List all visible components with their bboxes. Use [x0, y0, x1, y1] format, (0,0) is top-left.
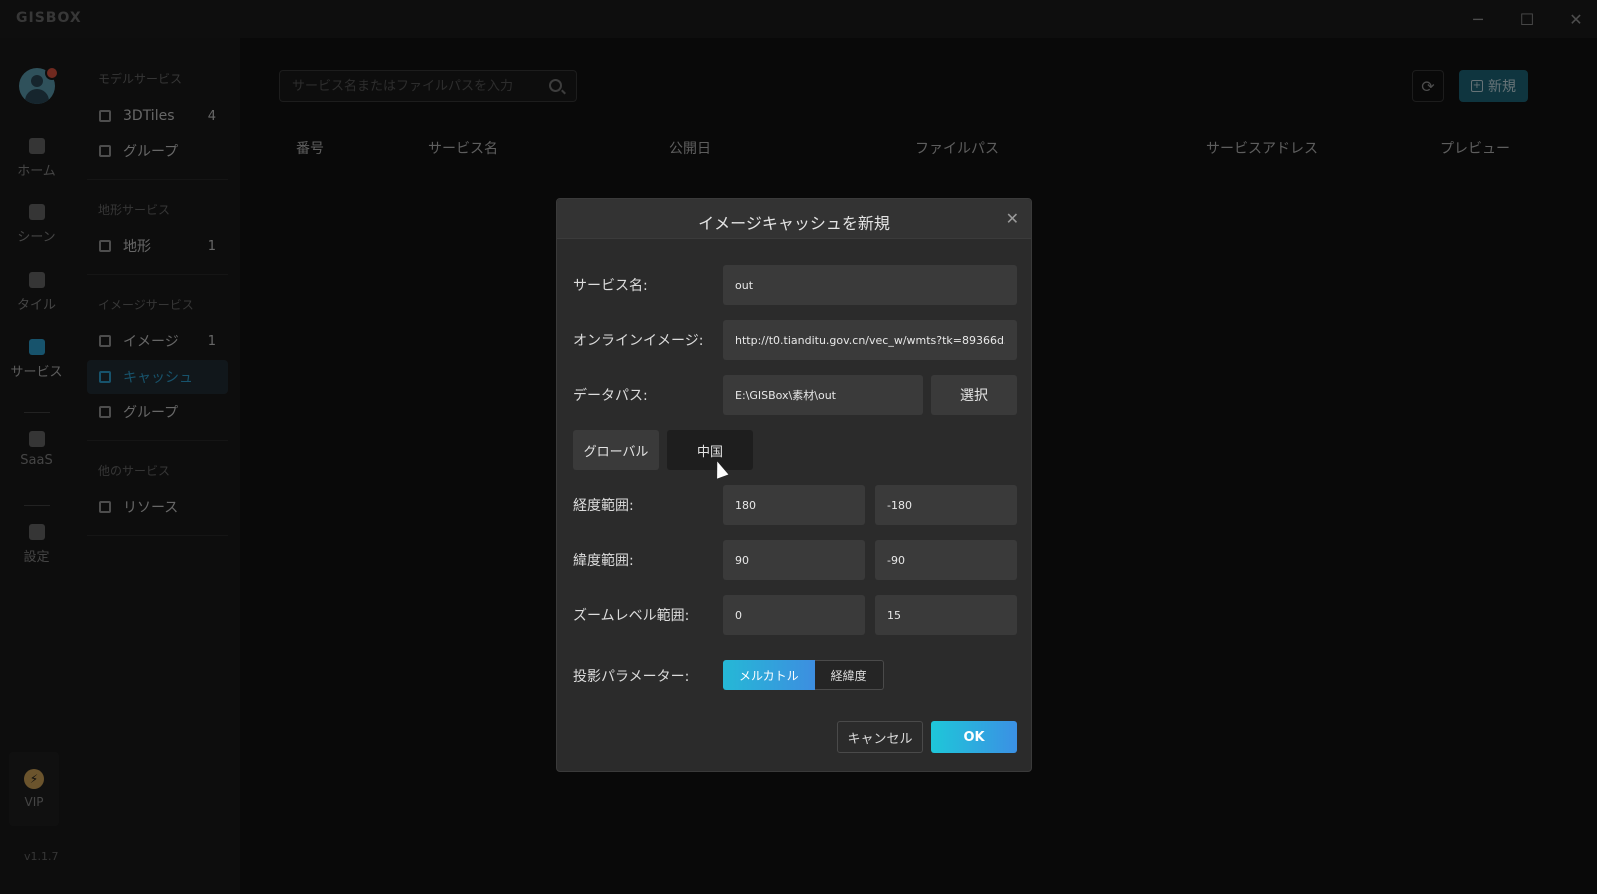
online-image-input[interactable]: [723, 320, 1017, 360]
select-path-button[interactable]: 選択: [931, 375, 1017, 415]
data-path-label: データパス:: [573, 388, 648, 404]
zoom-range-label: ズームレベル範囲:: [573, 608, 690, 624]
online-image-label: オンラインイメージ:: [573, 333, 704, 349]
longitude-range-label: 経度範囲:: [573, 498, 634, 514]
close-icon[interactable]: ✕: [1006, 209, 1019, 228]
data-path-input[interactable]: [723, 375, 923, 415]
zoom-max-input[interactable]: [875, 595, 1017, 635]
service-name-input[interactable]: [723, 265, 1017, 305]
latitude-range-label: 緯度範囲:: [573, 553, 634, 569]
projection-mercator-option[interactable]: メルカトル: [723, 660, 815, 690]
projection-toggle: メルカトル 経緯度: [723, 660, 884, 690]
global-button[interactable]: グローバル: [573, 430, 659, 470]
longitude-max-input[interactable]: [875, 485, 1017, 525]
service-name-label: サービス名:: [573, 278, 648, 294]
zoom-min-input[interactable]: [723, 595, 865, 635]
latitude-min-input[interactable]: [723, 540, 865, 580]
ok-button[interactable]: OK: [931, 721, 1017, 753]
cancel-button[interactable]: キャンセル: [837, 721, 923, 753]
latitude-max-input[interactable]: [875, 540, 1017, 580]
dialog-header: イメージキャッシュを新規 ✕: [557, 199, 1031, 239]
projection-label: 投影パラメーター:: [573, 669, 690, 685]
new-image-cache-dialog: イメージキャッシュを新規 ✕ サービス名: オンラインイメージ: データパス: …: [556, 198, 1032, 772]
china-button[interactable]: 中国: [667, 430, 753, 470]
dialog-title: イメージキャッシュを新規: [698, 214, 890, 233]
projection-latlon-option[interactable]: 経緯度: [814, 660, 884, 690]
longitude-min-input[interactable]: [723, 485, 865, 525]
